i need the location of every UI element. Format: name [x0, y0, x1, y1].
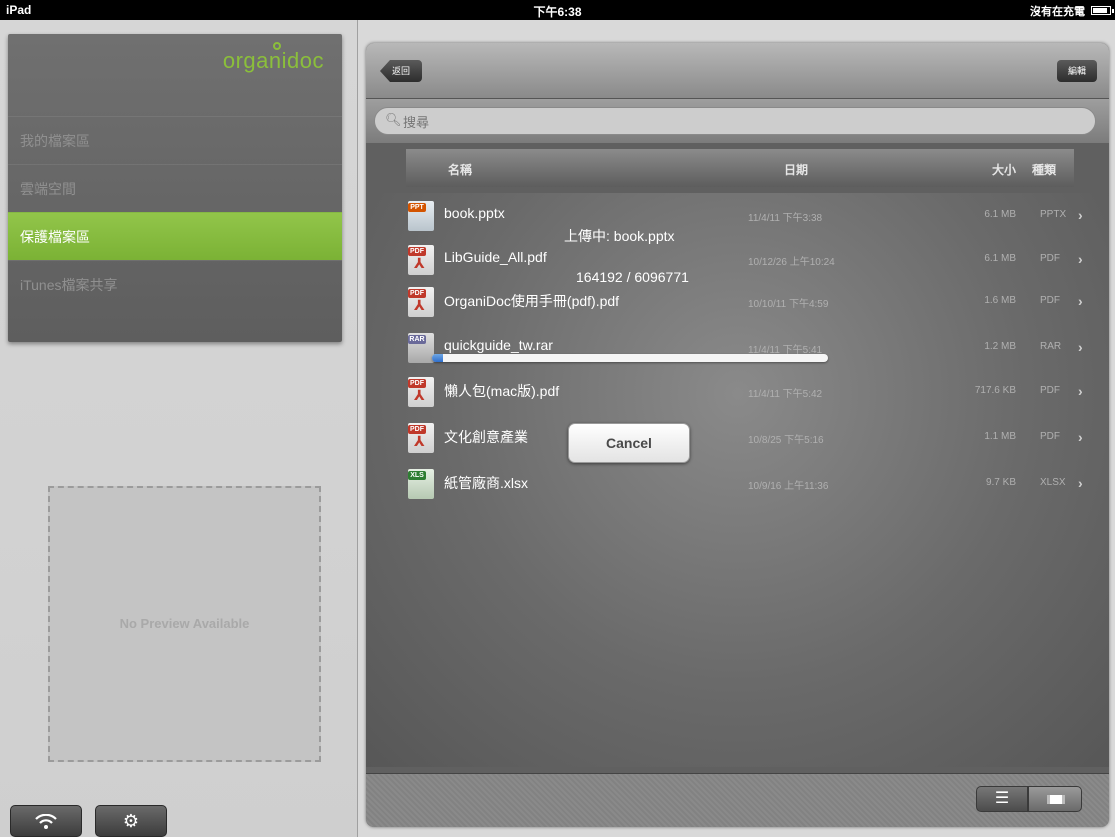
upload-progress-fill — [432, 354, 443, 362]
sidebar-item-cloud[interactable]: 雲端空間 — [8, 164, 342, 212]
list-view-button[interactable]: ☰ — [976, 786, 1028, 812]
search-input[interactable] — [403, 113, 1063, 131]
file-date: 10/8/25 下午5:16 — [748, 435, 824, 446]
file-type: PDF — [1040, 385, 1060, 396]
file-date: 11/4/11 下午3:38 — [748, 213, 823, 224]
table-row[interactable]: PPT book.pptx 11/4/11 下午3:38 6.1 MB PPTX… — [406, 201, 1106, 237]
chevron-right-icon[interactable]: › — [1078, 339, 1083, 355]
upload-progress-bar — [432, 354, 828, 362]
sidebar-item-itunes[interactable]: iTunes檔案共享 — [8, 260, 342, 308]
edit-button[interactable]: 編輯 — [1057, 60, 1097, 82]
wifi-icon — [35, 813, 57, 829]
file-size: 1.6 MB — [984, 295, 1016, 306]
file-list: PPT book.pptx 11/4/11 下午3:38 6.1 MB PPTX… — [366, 193, 1109, 767]
file-name: 文化創意產業 — [444, 429, 528, 445]
list-icon: ☰ — [994, 790, 1010, 807]
file-name: 懶人包(mac版).pdf — [444, 383, 560, 399]
file-size: 6.1 MB — [984, 253, 1016, 264]
table-row[interactable]: PDF ⅄ LibGuide_All.pdf 10/12/26 上午10:24 6… — [406, 245, 1106, 281]
search-bar: 🔍︎ — [366, 99, 1109, 143]
file-name: quickguide_tw.rar — [444, 337, 553, 353]
settings-button[interactable]: ⚙ — [95, 805, 167, 837]
table-row[interactable]: PDF ⅄ 文化創意產業 10/8/25 下午5:16 1.1 MB PDF › — [406, 423, 1106, 459]
upload-status-title: 上傳中: book.pptx — [564, 228, 675, 244]
sidebar-menu: organidoc 我的檔案區 雲端空間 保護檔案區 iTunes檔案共享 — [8, 34, 342, 342]
column-header-size[interactable]: 大小 — [992, 161, 1016, 178]
logo-dot-icon — [272, 42, 281, 50]
file-type: PPTX — [1040, 209, 1067, 220]
bottom-toolbar: ☰ — [366, 773, 1109, 827]
rar-icon: RAR — [408, 333, 434, 363]
chevron-right-icon[interactable]: › — [1078, 383, 1083, 399]
chevron-right-icon[interactable]: › — [1078, 207, 1083, 223]
logo: organidoc — [223, 42, 324, 74]
charging-status: 沒有在充電 — [1030, 6, 1085, 18]
chevron-right-icon[interactable]: › — [1078, 429, 1083, 445]
search-icon: 🔍︎ — [385, 112, 402, 127]
file-date: 10/9/16 上午11:36 — [748, 481, 829, 492]
pdf-icon: PDF ⅄ — [408, 287, 434, 317]
file-type: PDF — [1040, 431, 1060, 442]
file-type: XLSX — [1040, 477, 1066, 488]
toolbar: 返回 編輯 — [366, 43, 1109, 99]
status-bar: iPad 下午6:38 沒有在充電 — [0, 0, 1115, 20]
clock: 下午6:38 — [533, 5, 582, 19]
file-name: book.pptx — [444, 205, 505, 221]
search-field[interactable]: 🔍︎ — [374, 107, 1096, 135]
battery-icon — [1091, 6, 1114, 15]
file-type: RAR — [1040, 341, 1062, 352]
cancel-upload-button[interactable]: Cancel — [568, 423, 690, 463]
pdf-icon: PDF ⅄ — [408, 245, 434, 275]
preview-panel: No Preview Available — [48, 486, 321, 762]
preview-placeholder-text: No Preview Available — [119, 616, 250, 631]
table-row[interactable]: RAR quickguide_tw.rar 11/4/11 下午5:41 1.2… — [406, 333, 1106, 369]
column-header-name[interactable]: 名稱 — [448, 161, 472, 178]
file-browser: 返回 編輯 🔍︎ 名稱 日期 大小 種類 PPT book.pptx 11/4/… — [366, 43, 1109, 827]
file-date: 10/12/26 上午10:24 — [748, 257, 835, 268]
pdf-icon: PDF ⅄ — [408, 377, 434, 407]
file-name: LibGuide_All.pdf — [444, 249, 547, 265]
file-date: 10/10/11 下午4:59 — [748, 299, 829, 310]
file-type: PDF — [1040, 253, 1060, 264]
file-size: 717.6 KB — [974, 385, 1016, 396]
table-header: 名稱 日期 大小 種類 — [406, 149, 1074, 187]
grid-icon — [1047, 795, 1065, 804]
sidebar-item-my-files[interactable]: 我的檔案區 — [8, 116, 342, 164]
pptx-icon: PPT — [408, 201, 434, 231]
chevron-right-icon[interactable]: › — [1078, 251, 1083, 267]
grid-view-button[interactable] — [1028, 786, 1082, 812]
chevron-right-icon[interactable]: › — [1078, 475, 1083, 491]
sidebar-item-protected[interactable]: 保護檔案區 — [8, 212, 342, 260]
file-size: 6.1 MB — [984, 209, 1016, 220]
file-size: 1.2 MB — [984, 341, 1016, 352]
sidebar: organidoc 我的檔案區 雲端空間 保護檔案區 iTunes檔案共享 No… — [0, 20, 358, 837]
table-row[interactable]: XLS 紙管廠商.xlsx 10/9/16 上午11:36 9.7 KB XLS… — [406, 469, 1106, 505]
file-name: 紙管廠商.xlsx — [444, 475, 528, 491]
table-row[interactable]: PDF ⅄ 懶人包(mac版).pdf 11/4/11 下午5:42 717.6 … — [406, 377, 1106, 413]
file-type: PDF — [1040, 295, 1060, 306]
file-date: 11/4/11 下午5:42 — [748, 389, 823, 400]
wifi-button[interactable] — [10, 805, 82, 837]
column-header-type[interactable]: 種類 — [1032, 161, 1056, 178]
pdf-icon: PDF ⅄ — [408, 423, 434, 453]
table-row[interactable]: PDF ⅄ OrganiDoc使用手冊(pdf).pdf 10/10/11 下午4… — [406, 287, 1106, 323]
gear-icon: ⚙ — [122, 811, 140, 831]
column-header-date[interactable]: 日期 — [784, 161, 808, 178]
chevron-right-icon[interactable]: › — [1078, 293, 1083, 309]
upload-progress-text: 164192 / 6096771 — [576, 269, 689, 285]
back-button[interactable]: 返回 — [380, 60, 422, 82]
file-size: 1.1 MB — [984, 431, 1016, 442]
file-name: OrganiDoc使用手冊(pdf).pdf — [444, 293, 620, 309]
xlsx-icon: XLS — [408, 469, 434, 499]
file-size: 9.7 KB — [985, 477, 1016, 488]
